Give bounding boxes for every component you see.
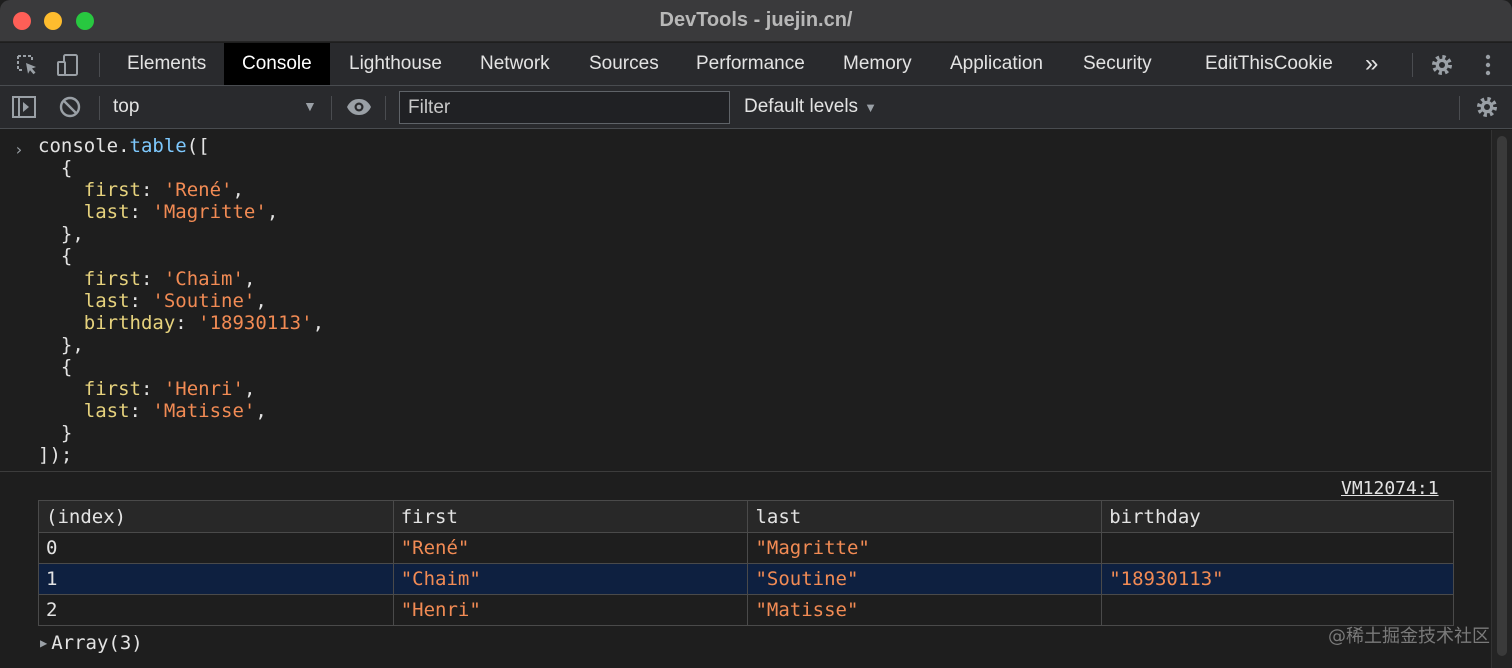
more-options-icon[interactable] bbox=[1475, 52, 1501, 78]
log-levels-dropdown[interactable]: Default levels ▼ bbox=[744, 96, 877, 118]
code-value: 'Chaim' bbox=[163, 267, 244, 290]
table-row[interactable]: 2 "Henri" "Matisse" bbox=[38, 594, 1454, 626]
column-header-index[interactable]: (index) bbox=[38, 500, 394, 533]
console-input-code: console.table([ { first: 'René', last: '… bbox=[38, 135, 325, 467]
code-key: first bbox=[83, 267, 141, 290]
divider bbox=[385, 96, 386, 120]
table-cell: "Henri" bbox=[392, 594, 749, 626]
divider bbox=[331, 96, 332, 120]
divider bbox=[1412, 53, 1413, 77]
code-value: 'Matisse' bbox=[152, 400, 256, 423]
console-scrollbar[interactable] bbox=[1491, 130, 1512, 668]
watermark: @稀土掘金技术社区 bbox=[1328, 626, 1490, 647]
more-tabs-button[interactable]: » bbox=[1347, 43, 1396, 85]
console-output[interactable]: › console.table([ { first: 'René', last:… bbox=[0, 130, 1491, 668]
table-cell: "Matisse" bbox=[747, 594, 1103, 626]
clear-console-icon[interactable] bbox=[57, 94, 83, 120]
console-settings-gear-icon[interactable] bbox=[1474, 94, 1500, 120]
table-row[interactable]: 0 "René" "Magritte" bbox=[38, 532, 1454, 564]
tab-network[interactable]: Network bbox=[462, 43, 568, 85]
array-summary: Array(3) bbox=[51, 632, 143, 654]
tab-editthiscookie[interactable]: EditThisCookie bbox=[1187, 43, 1351, 85]
array-expander[interactable]: ▶ Array(3) bbox=[40, 632, 143, 654]
code-value: 'René' bbox=[163, 179, 233, 202]
code-value: 'Henri' bbox=[163, 378, 244, 401]
console-table: (index) first last birthday 0 "René" "Ma… bbox=[38, 500, 1454, 626]
context-selector[interactable]: top bbox=[113, 96, 139, 118]
device-toolbar-icon[interactable] bbox=[55, 52, 81, 78]
source-location-link[interactable]: VM12074:1 bbox=[1341, 478, 1439, 499]
live-expression-eye-icon[interactable] bbox=[346, 94, 372, 120]
table-cell: "Magritte" bbox=[747, 532, 1103, 564]
show-sidebar-icon[interactable] bbox=[11, 94, 37, 120]
input-prompt-icon: › bbox=[14, 140, 24, 159]
filter-input[interactable] bbox=[399, 91, 730, 124]
tab-console[interactable]: Console bbox=[224, 43, 330, 85]
code-key: first bbox=[83, 179, 141, 202]
code-key: last bbox=[83, 201, 130, 224]
table-cell: "18930113" bbox=[1101, 563, 1454, 595]
tab-lighthouse[interactable]: Lighthouse bbox=[331, 43, 460, 85]
table-cell bbox=[1101, 594, 1454, 626]
title-bar: DevTools - juejin.cn/ bbox=[0, 0, 1512, 42]
column-header-first[interactable]: first bbox=[392, 500, 749, 533]
code-key: first bbox=[83, 378, 141, 401]
table-cell: "Soutine" bbox=[747, 563, 1103, 595]
column-header-last[interactable]: last bbox=[747, 500, 1103, 533]
code-value: '18930113' bbox=[198, 311, 313, 334]
code-function: table bbox=[129, 135, 187, 157]
inspect-element-icon[interactable] bbox=[14, 52, 40, 78]
tab-elements[interactable]: Elements bbox=[109, 43, 224, 85]
divider bbox=[1459, 96, 1460, 120]
chevron-down-icon: ▼ bbox=[864, 100, 877, 115]
window-title: DevTools - juejin.cn/ bbox=[659, 9, 853, 31]
scrollbar-thumb[interactable] bbox=[1497, 136, 1507, 656]
code-value: 'Soutine' bbox=[152, 289, 256, 312]
message-divider bbox=[0, 471, 1491, 472]
tab-security[interactable]: Security bbox=[1065, 43, 1170, 85]
table-cell bbox=[1101, 532, 1454, 564]
code-key: birthday bbox=[83, 311, 176, 334]
code-object: console bbox=[38, 135, 119, 157]
log-levels-label: Default levels bbox=[744, 96, 859, 117]
table-cell-index: 2 bbox=[38, 594, 394, 626]
table-cell: "Chaim" bbox=[392, 563, 749, 595]
tab-application[interactable]: Application bbox=[932, 43, 1061, 85]
divider bbox=[99, 96, 100, 120]
code-key: last bbox=[83, 400, 130, 423]
divider bbox=[99, 53, 100, 77]
table-cell-index: 0 bbox=[38, 532, 394, 564]
tab-sources[interactable]: Sources bbox=[571, 43, 677, 85]
tab-performance[interactable]: Performance bbox=[678, 43, 823, 85]
table-cell-index: 1 bbox=[38, 563, 394, 595]
column-header-birthday[interactable]: birthday bbox=[1101, 500, 1454, 533]
devtools-tab-bar: Elements Console Lighthouse Network Sour… bbox=[0, 43, 1512, 86]
table-header-row: (index) first last birthday bbox=[38, 500, 1454, 533]
code-key: last bbox=[83, 289, 130, 312]
tab-memory[interactable]: Memory bbox=[825, 43, 930, 85]
table-row-selected[interactable]: 1 "Chaim" "Soutine" "18930113" bbox=[38, 563, 1454, 595]
console-toolbar: top ▼ Default levels ▼ bbox=[0, 86, 1512, 129]
table-cell: "René" bbox=[392, 532, 749, 564]
code-value: 'Magritte' bbox=[152, 201, 267, 224]
expand-triangle-icon: ▶ bbox=[40, 636, 48, 650]
settings-gear-icon[interactable] bbox=[1429, 52, 1455, 78]
chevron-down-icon[interactable]: ▼ bbox=[303, 98, 317, 114]
